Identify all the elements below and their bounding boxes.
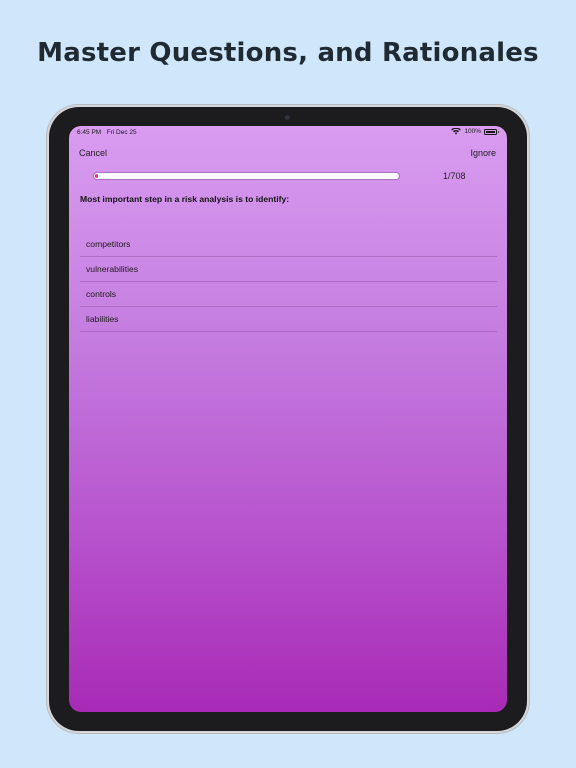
answer-option[interactable]: competitors [80, 232, 497, 257]
ignore-button[interactable]: Ignore [470, 148, 496, 158]
status-bar: 6:45 PM Fri Dec 25 100% [69, 126, 507, 140]
wifi-icon [451, 128, 462, 135]
page-headline: Master Questions, and Rationales [37, 38, 539, 68]
app-screen: 6:45 PM Fri Dec 25 100% Cancel Ignore 1/… [69, 126, 507, 712]
answer-list: competitors vulnerabilities controls lia… [80, 232, 497, 332]
battery-icon [484, 128, 499, 135]
front-camera [285, 115, 290, 120]
home-indicator [233, 704, 343, 707]
question-counter: 1/708 [443, 171, 466, 181]
answer-option[interactable]: controls [80, 282, 497, 307]
question-text: Most important step in a risk analysis i… [80, 194, 290, 204]
navigation-bar: Cancel Ignore [69, 146, 507, 162]
answer-option[interactable]: liabilities [80, 307, 497, 332]
answer-option[interactable]: vulnerabilities [80, 257, 497, 282]
status-time: 6:45 PM [77, 129, 102, 136]
question-progress-fill [95, 174, 98, 178]
battery-percentage: 100% [464, 128, 481, 135]
status-date: Fri Dec 25 [106, 129, 137, 136]
question-progress-bar [94, 173, 399, 179]
cancel-button[interactable]: Cancel [79, 148, 107, 158]
status-indicators: 100% [451, 128, 499, 135]
status-time-date: 6:45 PM Fri Dec 25 [77, 129, 137, 136]
